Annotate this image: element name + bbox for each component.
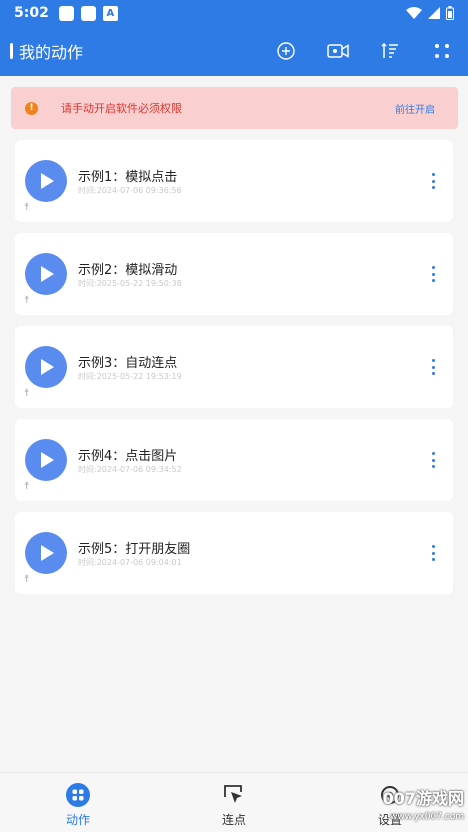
action-card[interactable]: 示例2：模拟滑动 时间:2025-05-22 19:50:38 ☨ [15, 233, 453, 315]
alert-message: 请手动开启软件必须权限 [61, 102, 182, 115]
nav-label: 连点 [221, 813, 246, 827]
action-time: 时间:2025-05-22 19:50:38 [78, 279, 182, 288]
app-bar: 我的动作 [0, 26, 468, 76]
nav-item-clicker[interactable]: 连点 [156, 773, 312, 832]
more-menu-button[interactable] [416, 26, 468, 76]
action-card[interactable]: 示例1：模拟点击 时间:2024-07-06 09:36:56 ☨ [15, 140, 453, 222]
status-time: 5:02 [14, 5, 49, 21]
wifi-icon [406, 7, 422, 19]
action-time: 时间:2024-07-06 09:36:56 [78, 186, 182, 195]
action-title: 示例3：自动连点 [78, 356, 178, 371]
cursor-click-icon [222, 783, 246, 807]
grid-dots-icon [435, 44, 449, 58]
notification-icon [80, 5, 96, 21]
play-icon[interactable] [25, 439, 67, 481]
play-icon[interactable] [25, 253, 67, 295]
watermark-url: www.yx007.com [389, 812, 464, 822]
action-time: 时间:2024-07-06 09:04:01 [78, 558, 182, 567]
accessibility-icon: ☨ [24, 481, 30, 492]
warning-icon: ! [25, 101, 38, 115]
action-list: 示例1：模拟点击 时间:2024-07-06 09:36:56 ☨ 示例2：模拟… [15, 140, 453, 605]
open-permission-link[interactable]: 前往开启 [395, 101, 435, 116]
sort-button[interactable] [364, 26, 416, 76]
more-options-icon[interactable] [429, 266, 437, 282]
action-title: 示例4：点击图片 [78, 449, 178, 464]
signal-icon [428, 7, 440, 19]
status-icons [406, 6, 454, 20]
action-title: 示例1：模拟点击 [78, 170, 178, 185]
accessibility-icon: ☨ [24, 295, 30, 306]
accessibility-icon: ☨ [24, 388, 30, 399]
nav-label: 动作 [65, 813, 90, 827]
more-options-icon[interactable] [429, 452, 437, 468]
play-icon[interactable] [25, 532, 67, 574]
title-accent [10, 43, 13, 59]
more-options-icon[interactable] [429, 173, 437, 189]
battery-icon [446, 6, 454, 20]
grid-icon [66, 783, 90, 807]
accessibility-badge-icon: A [102, 5, 118, 21]
action-card[interactable]: 示例5：打开朋友圈 时间:2024-07-06 09:04:01 ☨ [15, 512, 453, 594]
add-circle-icon [277, 42, 295, 60]
nav-item-actions[interactable]: 动作 [0, 773, 156, 832]
notification-icon [58, 5, 74, 21]
permission-alert: ! 请手动开启软件必须权限 前往开启 [11, 87, 458, 129]
action-title: 示例2：模拟滑动 [78, 263, 178, 278]
more-options-icon[interactable] [429, 359, 437, 375]
action-card[interactable]: 示例3：自动连点 时间:2025-05-22 19:53:19 ☨ [15, 326, 453, 408]
status-bar: 5:02 A [0, 0, 468, 26]
watermark-text: 007游戏网 [382, 789, 464, 808]
action-time: 时间:2025-05-22 19:53:19 [78, 372, 182, 381]
app-bar-actions [260, 26, 468, 76]
action-title: 示例5：打开朋友圈 [78, 542, 191, 557]
action-time: 时间:2024-07-06 09:34:52 [78, 465, 182, 474]
page-title: 我的动作 [19, 43, 84, 62]
record-button[interactable] [312, 26, 364, 76]
action-card[interactable]: 示例4：点击图片 时间:2024-07-06 09:34:52 ☨ [15, 419, 453, 501]
video-camera-icon [327, 44, 349, 58]
more-options-icon[interactable] [429, 545, 437, 561]
play-icon[interactable] [25, 346, 67, 388]
add-action-button[interactable] [260, 26, 312, 76]
sort-icon [381, 43, 398, 58]
watermark: 007游戏网 www.yx007.com [374, 790, 464, 830]
accessibility-icon: ☨ [24, 202, 30, 213]
play-icon[interactable] [25, 160, 67, 202]
accessibility-icon: ☨ [24, 574, 30, 585]
